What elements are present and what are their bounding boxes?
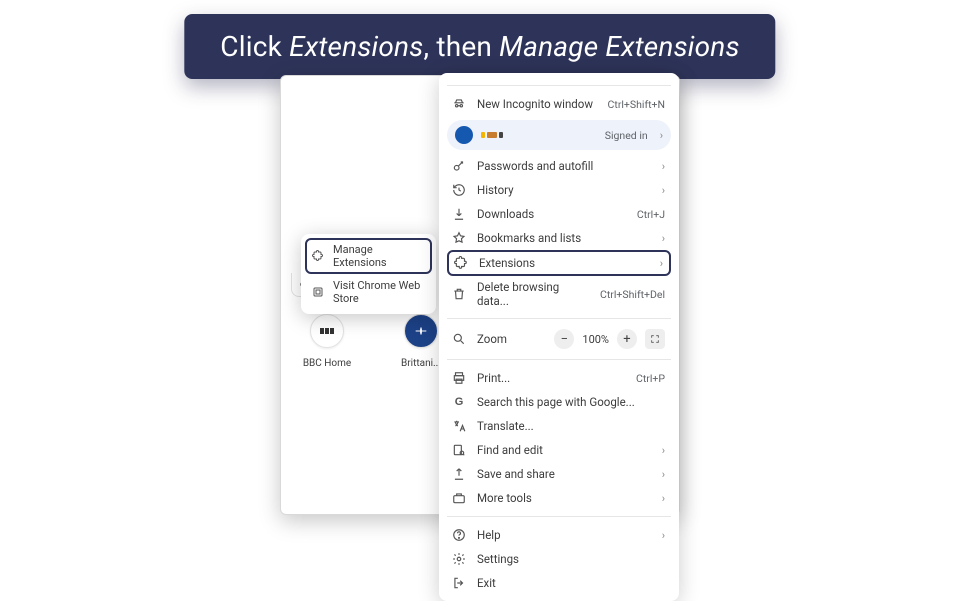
banner-text-1: Click — [220, 30, 289, 63]
chevron-right-icon: › — [662, 184, 665, 197]
chevron-right-icon: › — [662, 529, 665, 542]
submenu-manage-extensions[interactable]: Manage Extensions — [305, 238, 432, 274]
menu-label: Search this page with Google... — [477, 395, 665, 409]
chevron-right-icon: › — [662, 492, 665, 505]
ntp-label: Brittani... — [401, 358, 441, 369]
divider — [447, 318, 671, 319]
menu-label: More tools — [477, 491, 654, 505]
zoom-in-button[interactable]: + — [617, 329, 637, 349]
menu-delete-data[interactable]: Delete browsing data... Ctrl+Shift+Del — [443, 276, 675, 312]
print-icon — [451, 370, 467, 386]
star-icon — [451, 230, 467, 246]
google-icon: G — [451, 394, 467, 410]
menu-extensions[interactable]: Extensions › — [447, 250, 671, 276]
menu-passwords[interactable]: Passwords and autofill › — [443, 154, 675, 178]
chevron-right-icon: › — [660, 129, 663, 142]
toolbox-icon — [451, 490, 467, 506]
menu-label: Save and share — [477, 467, 654, 481]
menu-label: Settings — [477, 552, 665, 566]
menu-label: Print... — [477, 371, 628, 385]
extensions-submenu: Manage Extensions Visit Chrome Web Store — [301, 234, 436, 314]
divider — [447, 359, 671, 360]
menu-exit[interactable]: Exit — [443, 571, 675, 595]
menu-history[interactable]: History › — [443, 178, 675, 202]
chevron-right-icon: › — [662, 468, 665, 481]
menu-save-share[interactable]: Save and share › — [443, 462, 675, 486]
download-icon — [451, 206, 467, 222]
fullscreen-button[interactable] — [645, 329, 665, 349]
magnify-icon — [451, 331, 467, 347]
brit-favicon — [404, 314, 438, 348]
find-icon — [451, 442, 467, 458]
instruction-banner: Click Extensions, then Manage Extensions — [184, 14, 775, 79]
submenu-visit-webstore[interactable]: Visit Chrome Web Store — [305, 274, 432, 310]
menu-label: Exit — [477, 576, 665, 590]
chevron-right-icon: › — [662, 444, 665, 457]
menu-label: Passwords and autofill — [477, 159, 654, 173]
menu-label: Translate... — [477, 419, 665, 433]
ntp-tile-bbc[interactable]: BBC Home — [296, 314, 358, 369]
menu-label: New Incognito window — [477, 97, 600, 111]
menu-new-incognito[interactable]: New Incognito window Ctrl+Shift+N — [443, 92, 675, 116]
puzzle-icon — [453, 255, 469, 271]
trash-icon — [451, 286, 467, 302]
menu-shortcut: Ctrl+J — [637, 208, 665, 221]
chrome-main-menu: New Incognito window Ctrl+Shift+N Signed… — [439, 73, 679, 601]
banner-em-1: Extensions — [289, 30, 423, 63]
bbc-favicon — [310, 314, 344, 348]
menu-zoom-row: Zoom − 100% + — [443, 325, 675, 353]
menu-print[interactable]: Print... Ctrl+P — [443, 366, 675, 390]
menu-shortcut: Ctrl+Shift+N — [608, 98, 665, 111]
menu-find-edit[interactable]: Find and edit › — [443, 438, 675, 462]
ntp-label: BBC Home — [303, 358, 351, 369]
menu-shortcut: Ctrl+Shift+Del — [600, 288, 665, 301]
menu-translate[interactable]: Translate... — [443, 414, 675, 438]
menu-profile-row[interactable]: Signed in › — [447, 120, 671, 150]
menu-label: Downloads — [477, 207, 629, 221]
menu-label: Find and edit — [477, 443, 654, 457]
zoom-label: Zoom — [477, 332, 507, 346]
ntp-shortcuts: BBC Home Brittani... — [296, 314, 452, 369]
exit-icon — [451, 575, 467, 591]
storefront-icon — [311, 285, 325, 299]
translate-icon — [451, 418, 467, 434]
zoom-out-button[interactable]: − — [554, 329, 574, 349]
divider — [447, 85, 671, 86]
menu-label: History — [477, 183, 654, 197]
submenu-label: Manage Extensions — [333, 243, 426, 269]
banner-em-2: Manage Extensions — [499, 30, 740, 63]
screenshot-container: BBC Home Brittani... Manage Extensions — [280, 75, 680, 515]
gear-icon — [451, 551, 467, 567]
menu-search-page[interactable]: G Search this page with Google... — [443, 390, 675, 414]
menu-label: Bookmarks and lists — [477, 231, 654, 245]
menu-help[interactable]: Help › — [443, 523, 675, 547]
divider — [447, 516, 671, 517]
menu-label: Delete browsing data... — [477, 280, 592, 308]
share-icon — [451, 466, 467, 482]
banner-text-2: , then — [423, 30, 499, 63]
avatar — [455, 126, 473, 144]
chevron-right-icon: › — [660, 257, 663, 270]
menu-label: Help — [477, 528, 654, 542]
menu-label: Extensions — [479, 256, 652, 270]
menu-downloads[interactable]: Downloads Ctrl+J — [443, 202, 675, 226]
puzzle-icon — [311, 249, 325, 263]
menu-more-tools[interactable]: More tools › — [443, 486, 675, 510]
history-icon — [451, 182, 467, 198]
menu-bookmarks[interactable]: Bookmarks and lists › — [443, 226, 675, 250]
help-icon — [451, 527, 467, 543]
zoom-value: 100% — [582, 333, 609, 346]
profile-name-redacted — [481, 132, 605, 138]
menu-shortcut: Ctrl+P — [636, 372, 665, 385]
chevron-right-icon: › — [662, 160, 665, 173]
incognito-icon — [451, 96, 467, 112]
submenu-label: Visit Chrome Web Store — [333, 279, 426, 305]
key-icon — [451, 158, 467, 174]
chevron-right-icon: › — [662, 232, 665, 245]
profile-status: Signed in — [605, 129, 648, 142]
menu-settings[interactable]: Settings — [443, 547, 675, 571]
